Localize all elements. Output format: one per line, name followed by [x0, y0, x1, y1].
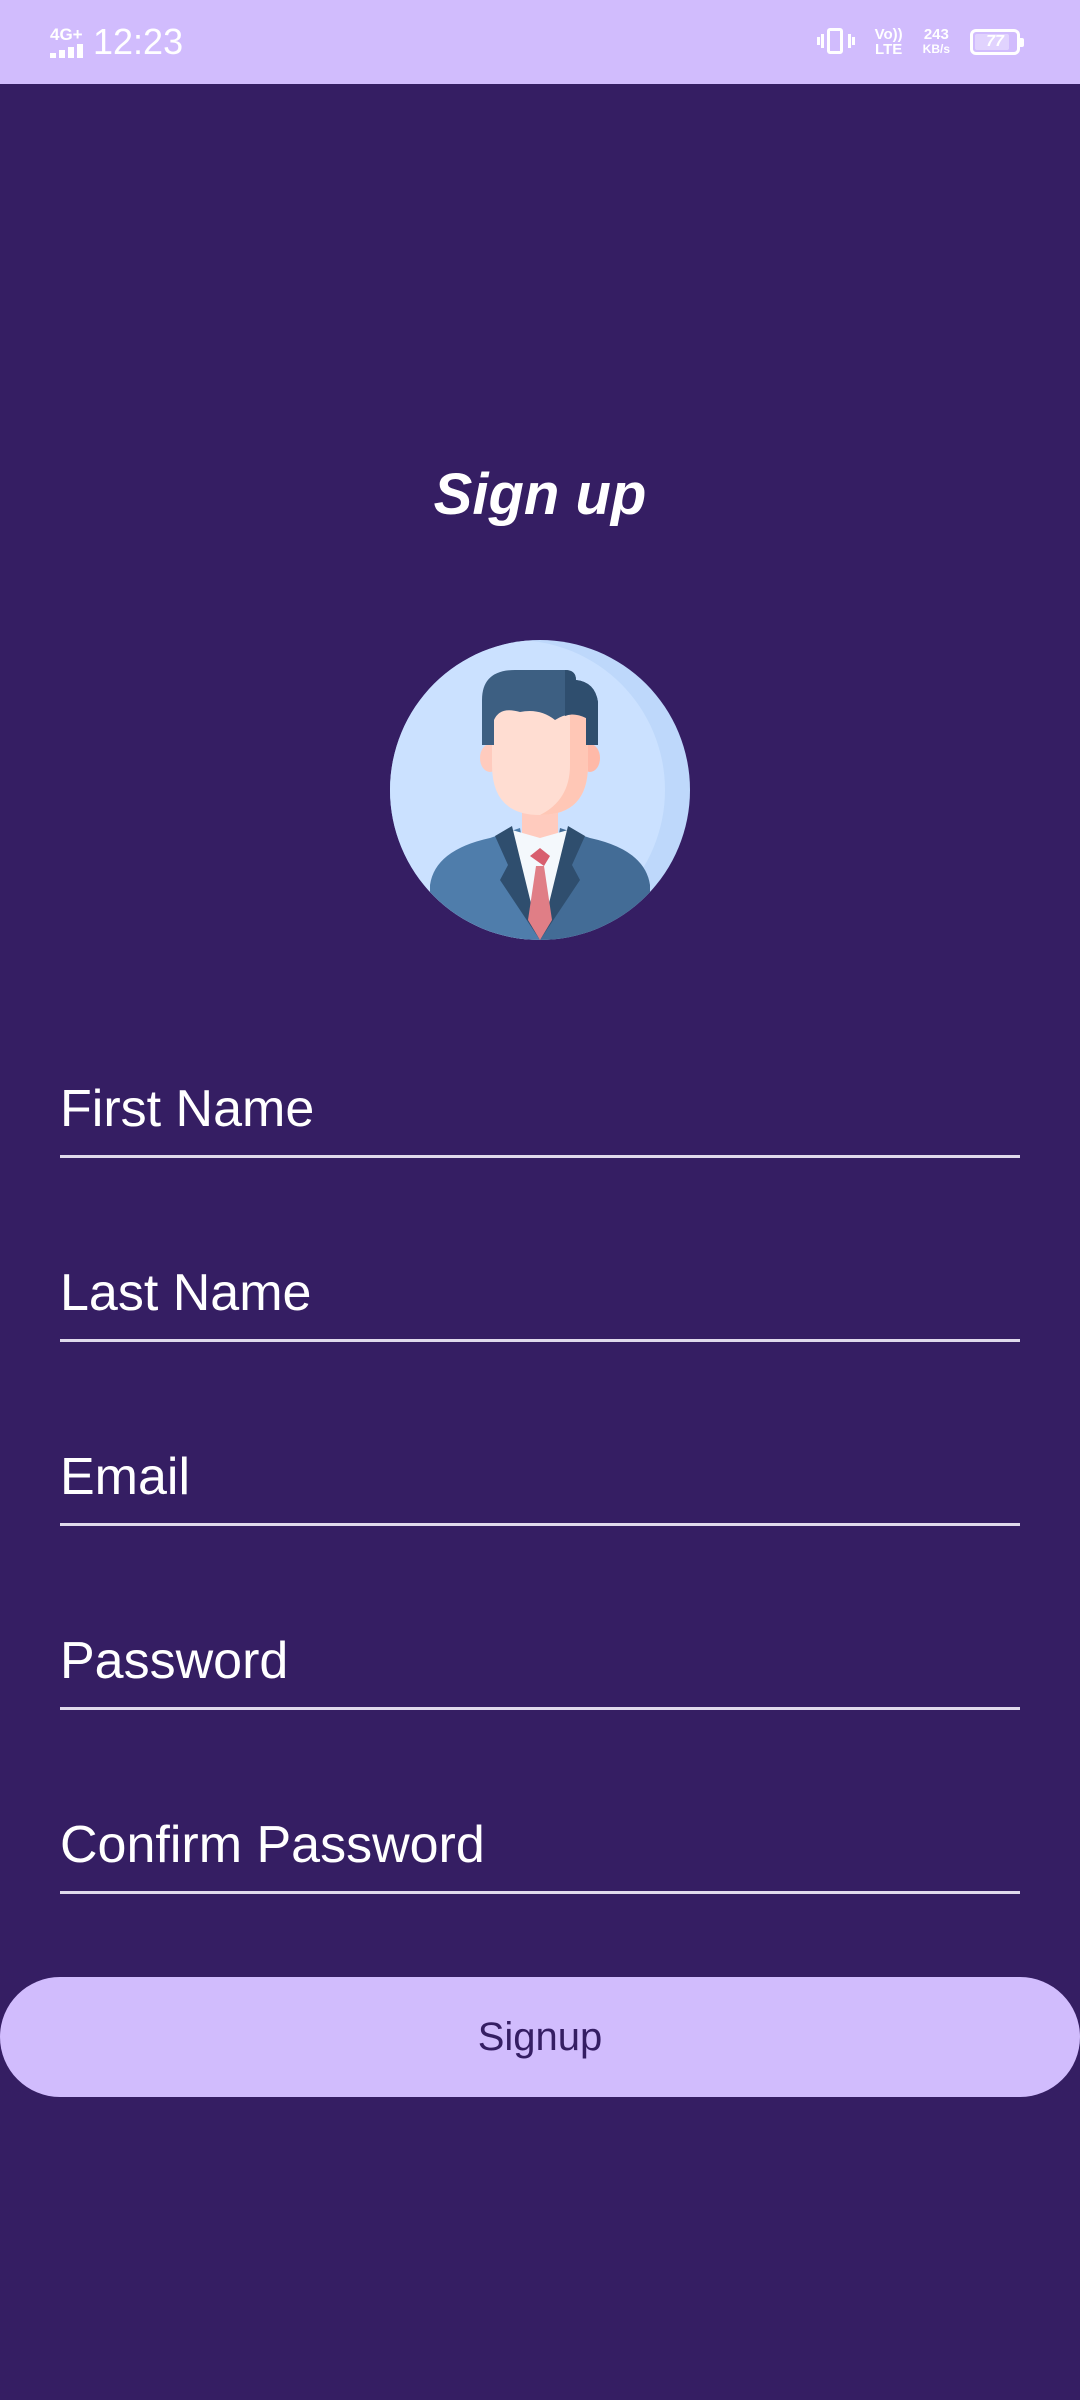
status-left: 4G+ 12:23 [50, 0, 183, 84]
confirm-password-input[interactable] [60, 1798, 1020, 1894]
network-speed: 243 KB/s [923, 27, 950, 57]
volte-icon: Vo)) LTE [875, 27, 903, 57]
password-field [60, 1614, 1020, 1714]
network-type: 4G+ [50, 25, 83, 44]
first-name-field [60, 1062, 1020, 1162]
speed-value: 243 [923, 26, 949, 43]
email-input[interactable] [60, 1430, 1020, 1526]
battery-icon: 77 [970, 29, 1024, 55]
status-bar: 4G+ 12:23 Vo)) LTE 243 KB/s 77 [0, 0, 1080, 84]
volte-bottom: LTE [875, 41, 903, 58]
volte-top: Vo)) [874, 26, 903, 43]
last-name-input[interactable] [60, 1246, 1020, 1342]
page-title: Sign up [433, 462, 647, 527]
vibrate-icon [816, 26, 855, 58]
email-field [60, 1430, 1020, 1530]
last-name-field [60, 1246, 1020, 1346]
battery-level: 77 [986, 33, 1004, 50]
speed-unit: KB/s [922, 42, 950, 56]
status-right: Vo)) LTE 243 KB/s 77 [816, 0, 1024, 84]
signal-icon: 4G+ [50, 26, 83, 58]
first-name-input[interactable] [60, 1062, 1020, 1158]
signup-button[interactable]: Signup [0, 1977, 1080, 2097]
signal-bars [50, 44, 83, 58]
businessman-avatar-icon [390, 640, 690, 940]
status-time: 12:23 [93, 21, 184, 62]
confirm-password-field [60, 1798, 1020, 1898]
password-input[interactable] [60, 1614, 1020, 1710]
